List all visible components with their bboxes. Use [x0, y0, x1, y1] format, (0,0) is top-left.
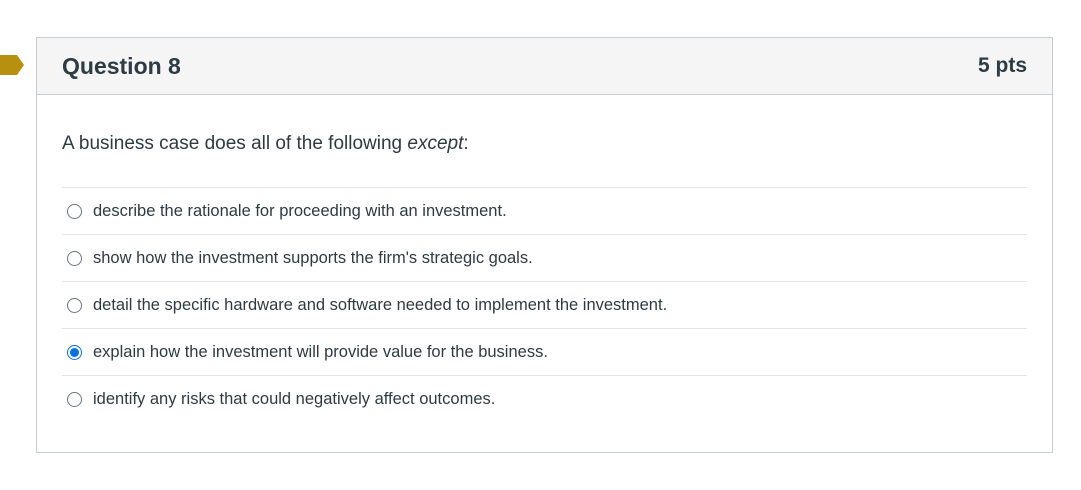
radio-button[interactable]	[67, 392, 82, 407]
radio-button[interactable]	[67, 250, 82, 266]
question-title: Question 8	[62, 52, 181, 79]
radio-button[interactable]	[67, 297, 82, 313]
radio-button-selected[interactable]	[67, 344, 82, 360]
radio-button[interactable]	[67, 203, 82, 219]
question-text: A business case does all of the followin…	[62, 132, 1027, 156]
bookmark-flag-icon[interactable]	[0, 55, 24, 75]
answer-list: describe the rationale for proceeding wi…	[62, 187, 1027, 423]
question-header: Question 8 5 pts	[37, 38, 1052, 95]
answer-label[interactable]: show how the investment supports the fir…	[93, 249, 533, 268]
question-body: A business case does all of the followin…	[37, 132, 1052, 423]
answer-label[interactable]: detail the specific hardware and softwar…	[93, 296, 667, 315]
question-points: 5 pts	[977, 54, 1027, 77]
answer-option-selected[interactable]: explain how the investment will provide …	[62, 329, 1027, 376]
answer-option[interactable]: show how the investment supports the fir…	[62, 235, 1027, 282]
answer-label[interactable]: identify any risks that could negatively…	[93, 390, 495, 409]
answer-label[interactable]: describe the rationale for proceeding wi…	[93, 202, 507, 221]
question-text-after: :	[463, 133, 469, 154]
answer-option[interactable]: detail the specific hardware and softwar…	[62, 282, 1027, 329]
question-text-emphasis: except	[407, 133, 464, 154]
question-card: Question 8 5 pts A business case does al…	[36, 37, 1053, 453]
radio-selected-dot	[70, 347, 79, 357]
answer-option[interactable]: describe the rationale for proceeding wi…	[62, 188, 1027, 235]
quiz-page: Question 8 5 pts A business case does al…	[0, 0, 1081, 490]
answer-label[interactable]: explain how the investment will provide …	[93, 343, 548, 362]
question-text-before: A business case does all of the followin…	[62, 133, 408, 154]
answer-option[interactable]: identify any risks that could negatively…	[62, 376, 1027, 423]
